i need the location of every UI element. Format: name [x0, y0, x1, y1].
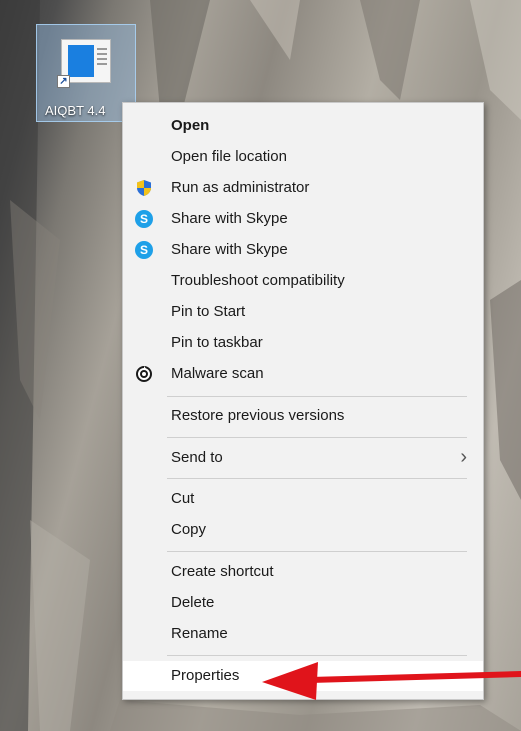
annotation-arrow [262, 662, 521, 700]
